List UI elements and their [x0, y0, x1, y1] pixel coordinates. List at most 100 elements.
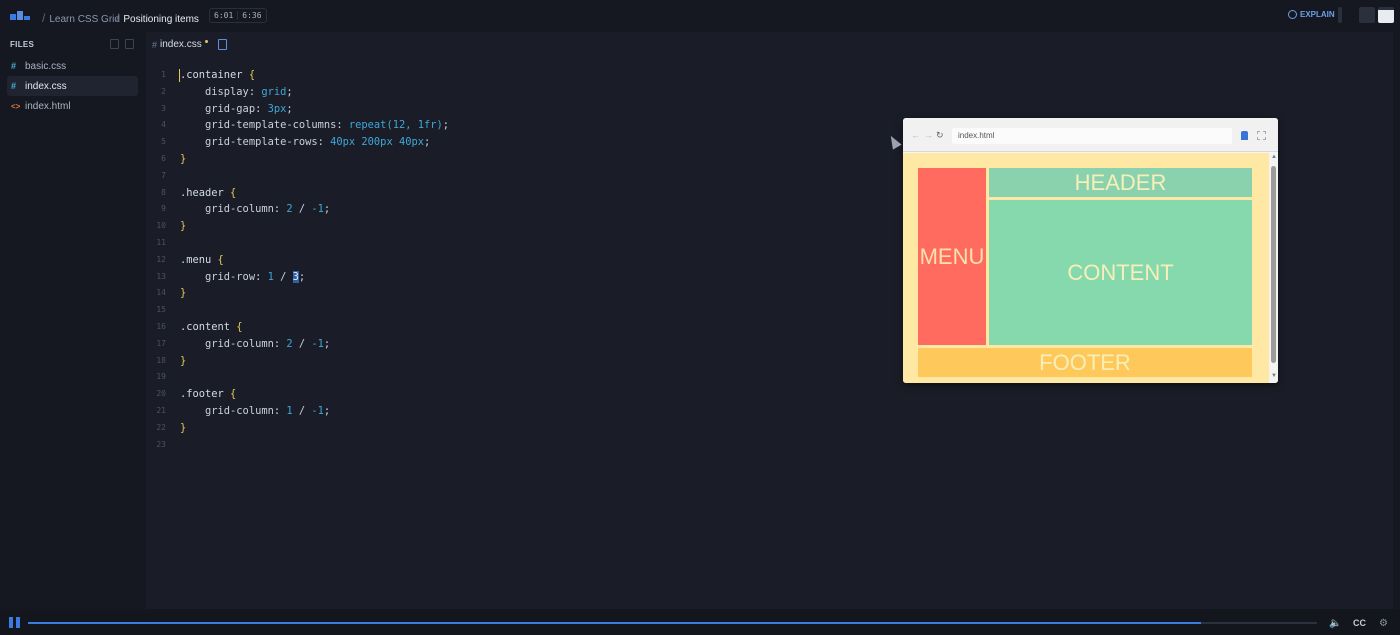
preview-window: ← → ↻ index.html MENU HEADER CONTENT FOO…	[903, 118, 1278, 383]
tab-index-css[interactable]: # index.css	[152, 39, 227, 50]
line-number: 2	[161, 86, 166, 96]
scroll-up-icon[interactable]: ▲	[1271, 154, 1277, 160]
file-item-index-css[interactable]: # index.css	[7, 76, 138, 96]
code-token: ;	[286, 102, 293, 115]
line-number: 16	[156, 322, 166, 331]
code-token: .menu	[180, 253, 212, 266]
line-number: 22	[156, 422, 166, 432]
preview-toolbar: ← → ↻ index.html	[903, 118, 1278, 152]
code-token: grid-column:	[180, 405, 287, 417]
captions-button[interactable]: CC	[1353, 618, 1366, 628]
line-number: 11	[156, 238, 166, 247]
scroll-down-icon[interactable]: ▼	[1271, 373, 1277, 379]
code-token: {	[223, 388, 237, 401]
grid-menu: MENU	[918, 168, 986, 345]
code-token: .content	[180, 321, 231, 333]
code-text: .container {	[180, 67, 255, 84]
grid-content: CONTENT	[989, 200, 1252, 345]
file-sidebar: FILES # basic.css # index.css <> index.h…	[0, 32, 146, 609]
pin-icon[interactable]	[1241, 131, 1248, 140]
layout-editor-button[interactable]	[1359, 7, 1375, 23]
code-token: 3px	[267, 102, 287, 115]
code-token: }	[180, 153, 187, 165]
code-token: ;	[423, 136, 431, 149]
code-text: grid-column: 2 / -1;	[180, 201, 330, 218]
layout-toggle-group	[1338, 7, 1394, 23]
preview-page: MENU HEADER CONTENT FOOTER	[903, 153, 1269, 383]
code-text: .header {	[180, 185, 236, 202]
code-token: {	[242, 69, 256, 81]
file-item-index-html[interactable]: <> index.html	[7, 96, 138, 116]
new-file-icon[interactable]	[110, 39, 119, 49]
code-text: .content {	[180, 319, 243, 336]
line-number: 18	[156, 355, 166, 365]
line-number: 10	[156, 221, 166, 231]
code-token: ;	[286, 85, 293, 98]
code-token: ;	[323, 405, 331, 417]
new-file-icon[interactable]	[217, 39, 227, 50]
code-token: /	[292, 337, 312, 350]
breadcrumb-course[interactable]: / Learn CSS Grid	[42, 9, 120, 27]
editor-scrollbar[interactable]	[1393, 32, 1400, 609]
file-item-basic-css[interactable]: # basic.css	[7, 56, 138, 76]
time-total: 6:36	[237, 11, 265, 20]
reload-icon[interactable]: ↻	[936, 130, 944, 141]
line-number: 21	[156, 406, 166, 415]
fullscreen-icon[interactable]	[1257, 131, 1266, 140]
progress-track[interactable]	[28, 622, 1317, 624]
code-token: grid-gap:	[180, 102, 268, 115]
code-token: -1	[311, 203, 324, 216]
scroll-thumb[interactable]	[1271, 166, 1276, 363]
code-text: }	[180, 353, 186, 370]
code-token: .footer	[180, 388, 224, 401]
line-number: 23	[156, 439, 166, 449]
pause-button[interactable]	[9, 617, 20, 628]
code-text: }	[180, 151, 186, 168]
time-current: 6:01	[214, 11, 234, 20]
explain-button[interactable]: EXPLAIN	[1288, 10, 1335, 19]
code-text: grid-column: 2 / -1;	[180, 336, 330, 353]
breadcrumb-separator: /	[116, 11, 120, 25]
scrimba-logo[interactable]	[10, 10, 30, 22]
layout-sidebar-button[interactable]	[1338, 7, 1342, 23]
code-token: display:	[180, 85, 262, 98]
breadcrumb-lesson: / Positioning items	[116, 11, 199, 25]
top-bar: / Learn CSS Grid / Positioning items 6:01 …	[0, 0, 1400, 32]
files-title: FILES	[10, 40, 35, 49]
code-token: ;	[323, 203, 331, 216]
code-token: -1	[311, 337, 324, 350]
line-number: 13	[156, 271, 166, 281]
code-text: grid-template-rows: 40px 200px 40px;	[180, 134, 430, 151]
code-token: /	[292, 405, 312, 417]
forward-arrow-icon[interactable]: →	[924, 130, 933, 140]
preview-scrollbar[interactable]: ▲ ▼	[1269, 153, 1278, 383]
line-number: 6	[161, 154, 166, 163]
code-text: grid-template-columns: repeat(12, 1fr);	[180, 117, 449, 134]
progress-fill	[28, 622, 1201, 624]
code-token: -1	[311, 405, 324, 417]
code-token: {	[211, 253, 224, 266]
code-text: display: grid;	[180, 84, 293, 101]
preview-url-field[interactable]: index.html	[952, 128, 1232, 144]
code-token: ;	[323, 337, 331, 350]
code-token: grid	[261, 85, 287, 98]
back-arrow-icon[interactable]: ←	[911, 130, 920, 140]
code-text: .footer {	[180, 386, 236, 403]
layout-preview-button[interactable]	[1378, 7, 1394, 23]
new-folder-icon[interactable]	[125, 39, 134, 49]
code-token: grid-column:	[180, 337, 287, 350]
code-token: grid-row:	[180, 270, 268, 283]
code-text: grid-row: 1 / 3;	[180, 269, 305, 286]
code-token: /	[292, 203, 312, 216]
volume-icon[interactable]: 🔈	[1329, 618, 1341, 629]
line-number: 17	[156, 338, 166, 348]
code-text: }	[180, 285, 186, 302]
settings-icon[interactable]: ⚙	[1379, 618, 1388, 629]
line-number: 19	[156, 372, 166, 382]
code-token: repeat(12, 1fr)	[348, 119, 443, 132]
code-text: grid-column: 1 / -1;	[180, 403, 330, 420]
time-display: 6:01 6:36	[209, 8, 267, 23]
code-token: }	[180, 354, 187, 367]
code-token: grid-template-rows:	[180, 136, 331, 149]
line-number: 14	[156, 288, 166, 298]
